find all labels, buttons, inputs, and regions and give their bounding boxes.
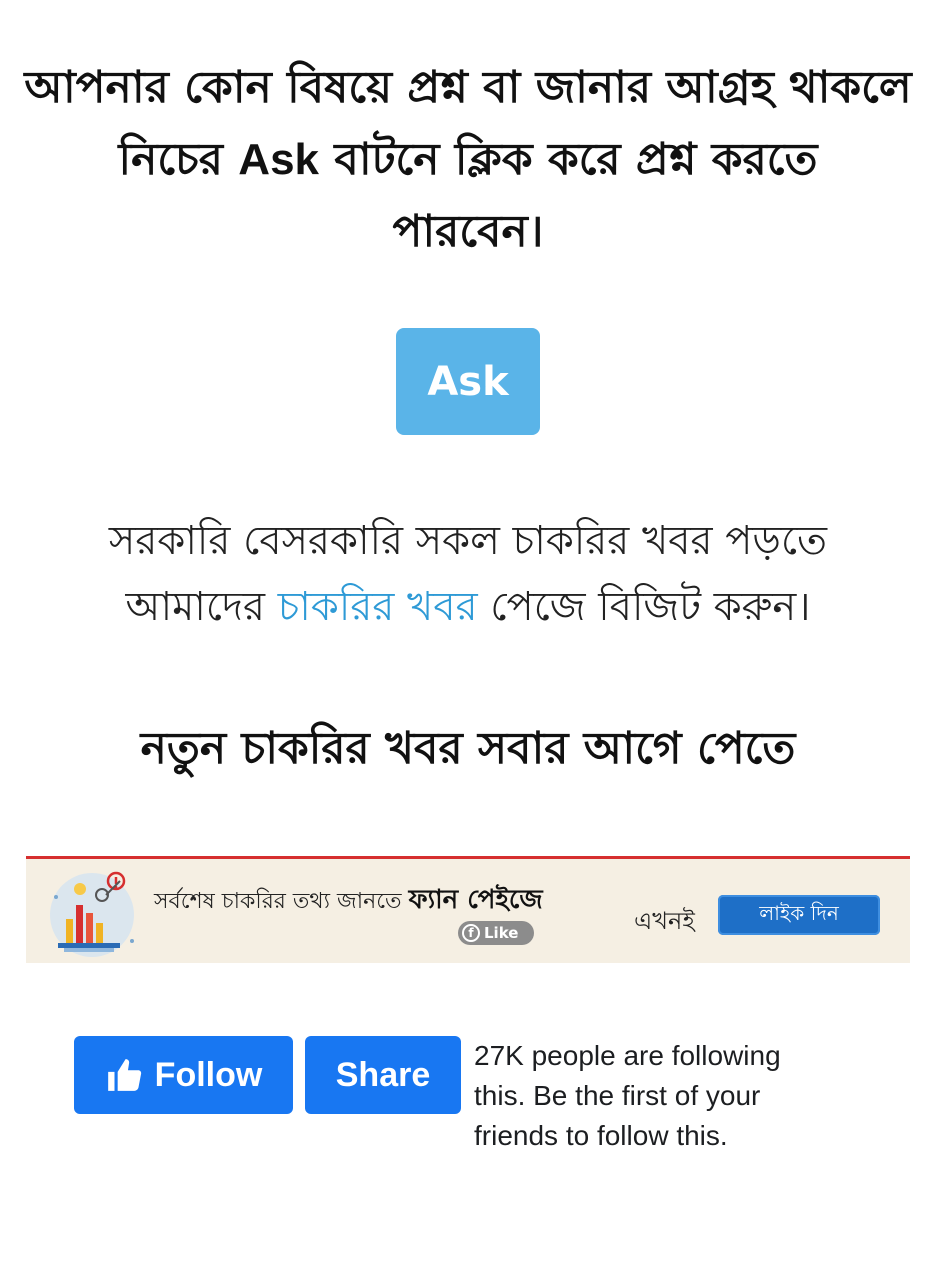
jobs-line-2-end: পেজে বিজিট করুন। — [477, 584, 811, 630]
fan-page-banner[interactable]: সর্বশেষ চাকরির তথ্য জানতে ফ্যান পেইজে fL… — [26, 856, 910, 963]
intro-line-3: পারবেন। — [392, 206, 544, 257]
ask-button[interactable]: Ask — [396, 328, 540, 435]
jobs-chart-illustration-icon — [50, 871, 134, 957]
intro-ask-word: Ask — [238, 135, 320, 184]
follow-label: Follow — [154, 1055, 263, 1094]
ask-intro-text: আপনার কোন বিষয়ে প্রশ্ন বা জানার আগ্রহ থ… — [20, 52, 916, 268]
jobs-line-2: আমাদের চাকরির খবর পেজে বিজিট করুন। — [20, 574, 916, 640]
facebook-icon: f — [462, 924, 480, 942]
facebook-follow-button[interactable]: Follow — [74, 1036, 293, 1114]
banner-fb-like-badge: f Like — [458, 921, 534, 945]
jobs-line-1: সরকারি বেসরকারি সকল চাকরির খবর পড়তে — [108, 518, 828, 564]
jobs-news-text: সরকারি বেসরকারি সকল চাকরির খবর পড়তে আমা… — [20, 508, 916, 640]
banner-fb-like-label: Like — [484, 924, 519, 942]
banner-like-button[interactable]: লাইক দিন — [718, 895, 880, 935]
intro-line-2-end: বাটনে ক্লিক করে প্রশ্ন করতে — [319, 134, 818, 185]
intro-line-2: নিচের Ask বাটনে ক্লিক করে প্রশ্ন করতে — [20, 124, 916, 196]
jobs-news-link[interactable]: চাকরির খবর — [278, 584, 478, 630]
banner-text: সর্বশেষ চাকরির তথ্য জানতে ফ্যান পেইজে — [154, 879, 543, 923]
intro-line-1: আপনার কোন বিষয়ে প্রশ্ন বা জানার আগ্রহ থ… — [24, 62, 912, 113]
banner-now: এখনই — [634, 907, 695, 935]
follower-count-text: 27K people are following this. Be the fi… — [474, 1040, 781, 1151]
banner-fan-page: ফ্যান পেইজে — [408, 885, 543, 915]
jobs-line-2-start: আমাদের — [125, 584, 278, 630]
facebook-share-button[interactable]: Share — [305, 1036, 461, 1114]
intro-line-2-start: নিচের — [118, 134, 239, 185]
thumbs-up-icon — [107, 1059, 141, 1091]
headline: নতুন চাকরির খবর সবার আগে পেতে — [140, 723, 796, 774]
banner-text-start: সর্বশেষ চাকরির তথ্য জানতে — [154, 889, 409, 914]
